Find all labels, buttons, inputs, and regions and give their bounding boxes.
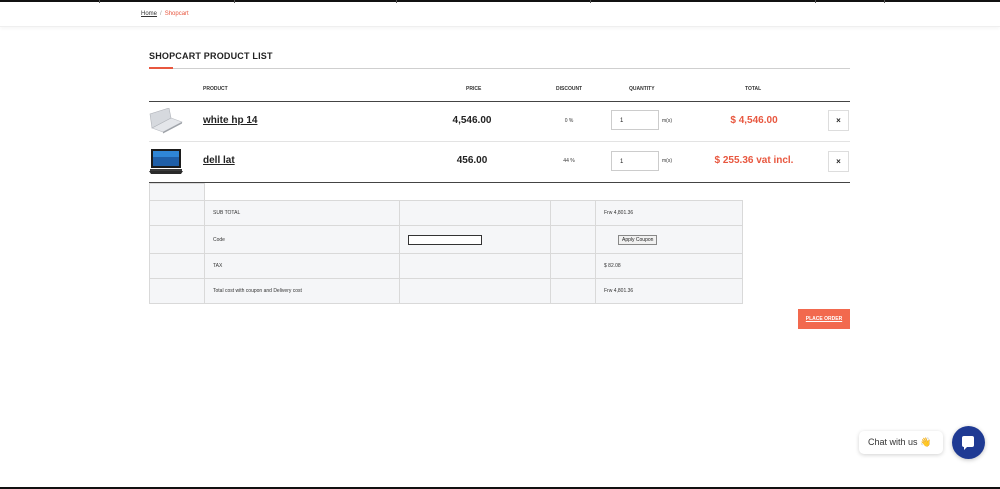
title-divider — [149, 67, 850, 69]
page-title: SHOPCART PRODUCT LIST — [149, 51, 273, 61]
subtotal-value: Frw 4,801.36 — [595, 200, 743, 226]
summary-spacer-row — [149, 183, 743, 201]
breadcrumb: Home / Shopcart — [141, 11, 189, 17]
laptop-silver-thumbnail[interactable] — [149, 108, 183, 134]
coupon-code-input[interactable] — [408, 234, 482, 245]
place-order-button[interactable]: PLACE ORDER — [798, 309, 850, 329]
quantity-unit: m(s) — [662, 158, 672, 164]
grand-total-label: Total cost with coupon and Delivery cost — [204, 278, 400, 304]
row-total: $ 4,546.00 — [730, 115, 778, 126]
breadcrumb-separator: / — [160, 11, 162, 17]
apply-coupon-button[interactable]: Apply Coupon — [618, 234, 658, 245]
subtotal-row: SUB TOTAL Frw 4,801.36 — [149, 200, 743, 226]
laptop-black-thumbnail[interactable] — [149, 149, 183, 175]
column-header-total: TOTAL — [745, 86, 762, 92]
column-header-product: PRODUCT — [203, 86, 228, 92]
subtotal-label: SUB TOTAL — [204, 200, 400, 226]
column-header-quantity: QUANTITY — [629, 86, 655, 92]
tax-label: TAX — [204, 253, 400, 279]
order-summary-table: SUB TOTAL Frw 4,801.36 Code Apply Coupon… — [149, 183, 743, 304]
breadcrumb-current: Shopcart — [164, 11, 189, 17]
coupon-row: Code Apply Coupon — [149, 225, 743, 254]
table-header-divider — [149, 101, 850, 102]
coupon-code-label: Code — [204, 225, 400, 254]
grand-total-value: Frw 4,801.36 — [595, 278, 743, 304]
breadcrumb-bar: Home / Shopcart — [0, 2, 1000, 27]
product-discount: 0 % — [564, 118, 574, 124]
grand-total-row: Total cost with coupon and Delivery cost… — [149, 278, 743, 304]
column-header-price: PRICE — [466, 86, 482, 92]
tax-row: TAX $ 82.08 — [149, 253, 743, 279]
column-header-discount: DISCOUNT — [556, 86, 583, 92]
product-discount: 44 % — [563, 158, 575, 164]
remove-item-button[interactable]: × — [828, 151, 849, 172]
breadcrumb-home-link[interactable]: Home — [141, 11, 157, 17]
chat-launcher-button[interactable] — [952, 426, 985, 459]
product-name-link[interactable]: dell lat — [203, 155, 235, 166]
product-price: 4,546.00 — [452, 115, 492, 126]
quantity-input[interactable]: 1 — [611, 110, 659, 130]
tax-value: $ 82.08 — [595, 253, 743, 279]
product-name-link[interactable]: white hp 14 — [203, 115, 257, 126]
product-price: 456.00 — [456, 155, 488, 166]
quantity-input[interactable]: 1 — [611, 151, 659, 171]
remove-item-button[interactable]: × — [828, 110, 849, 131]
row-total: $ 255.36 vat incl. — [714, 155, 794, 166]
chat-prompt-bubble[interactable]: Chat with us 👋 — [859, 431, 943, 454]
row-divider — [149, 141, 850, 142]
quantity-unit: m(s) — [662, 118, 672, 124]
chat-icon — [962, 436, 974, 450]
